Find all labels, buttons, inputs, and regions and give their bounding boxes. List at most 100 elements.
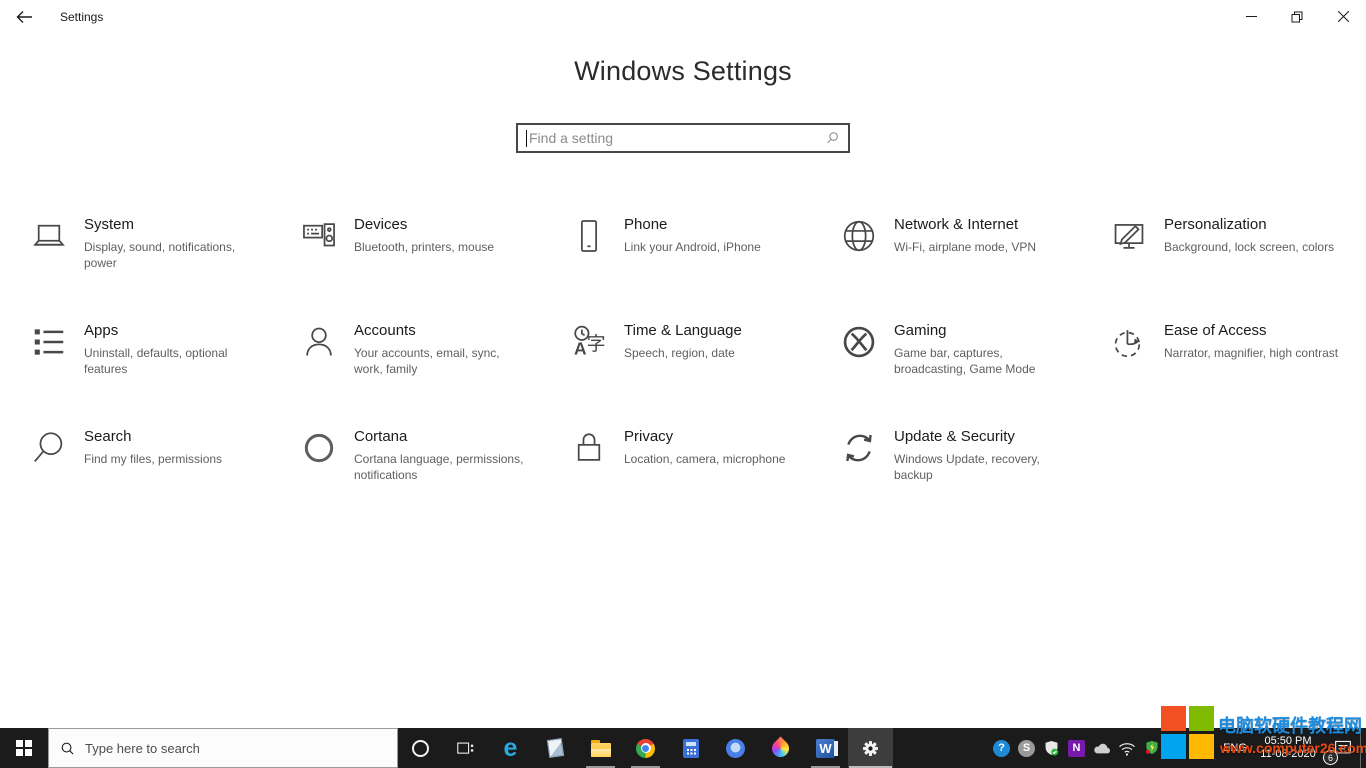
- tile-cortana[interactable]: Cortana Cortana language, permissions, n…: [294, 420, 564, 526]
- tile-privacy[interactable]: Privacy Location, camera, microphone: [564, 420, 834, 526]
- calculator-icon: [682, 738, 699, 758]
- close-button[interactable]: [1320, 0, 1366, 33]
- calculator-button[interactable]: [668, 728, 713, 768]
- find-a-setting-placeholder: Find a setting: [529, 130, 614, 146]
- tile-title: System: [84, 216, 135, 233]
- tray-watermark-gap: [1164, 728, 1220, 768]
- language-indicator[interactable]: ENG: [1220, 728, 1250, 768]
- tile-description: Find my files, permissions: [84, 452, 223, 466]
- cortana-tile-icon: [300, 429, 338, 467]
- task-view-button[interactable]: [443, 728, 488, 768]
- taskbar-search-input[interactable]: Type here to search: [48, 728, 398, 768]
- tile-text: Ease of Access Narrator, magnifier, high…: [1164, 322, 1338, 361]
- wifi-tray-button[interactable]: [1114, 728, 1139, 768]
- chromium-icon: [726, 738, 745, 758]
- back-arrow-icon: [16, 10, 32, 23]
- tile-phone[interactable]: Phone Link your Android, iPhone: [564, 208, 834, 314]
- system-icon: [30, 217, 68, 255]
- notification-badge: 6: [1323, 750, 1338, 765]
- internet-explorer-button[interactable]: e: [488, 728, 533, 768]
- antivirus-tray-button[interactable]: [1139, 728, 1164, 768]
- tile-title: Privacy: [624, 428, 674, 445]
- restore-button[interactable]: [1274, 0, 1320, 33]
- tile-text: Phone Link your Android, iPhone: [624, 216, 761, 255]
- defender-shield-icon: [1045, 740, 1059, 756]
- tile-description: Location, camera, microphone: [624, 452, 786, 466]
- cortana-icon: [412, 739, 429, 757]
- tile-system[interactable]: System Display, sound, notifications, po…: [24, 208, 294, 314]
- tile-update-security[interactable]: Update & Security Windows Update, recove…: [834, 420, 1104, 526]
- onenote-tray-button[interactable]: N: [1064, 728, 1089, 768]
- tile-description: Narrator, magnifier, high contrast: [1164, 346, 1339, 360]
- tile-ease-of-access[interactable]: Ease of Access Narrator, magnifier, high…: [1104, 314, 1366, 420]
- clock-date: 11-08-2020: [1260, 748, 1316, 760]
- tile-text: Search Find my files, permissions: [84, 428, 222, 467]
- phone-icon: [570, 217, 608, 255]
- time-language-icon: [570, 323, 608, 361]
- window-controls: [1228, 0, 1366, 33]
- tile-apps[interactable]: Apps Uninstall, defaults, optional featu…: [24, 314, 294, 420]
- chrome-button[interactable]: [623, 728, 668, 768]
- tile-title: Phone: [624, 216, 668, 233]
- tile-personalization[interactable]: Personalization Background, lock screen,…: [1104, 208, 1366, 314]
- action-center-button[interactable]: 6: [1323, 728, 1360, 768]
- tile-time-language[interactable]: Time & Language Speech, region, date: [564, 314, 834, 420]
- tile-title: Network & Internet: [894, 216, 1019, 233]
- chrome-icon: [636, 738, 655, 758]
- search-icon: [827, 132, 838, 144]
- minimize-icon: [1245, 16, 1257, 17]
- skype-tray-button[interactable]: S: [1014, 728, 1039, 768]
- system-tray: ? S N ENG 05:50 PM 11-08-2020 6: [989, 728, 1366, 768]
- word-button[interactable]: W: [803, 728, 848, 768]
- chromium-button[interactable]: [713, 728, 758, 768]
- tile-network[interactable]: Network & Internet Wi-Fi, airplane mode,…: [834, 208, 1104, 314]
- tile-text: Time & Language Speech, region, date: [624, 322, 742, 361]
- windows-logo-icon: [15, 739, 33, 757]
- tile-title: Apps: [84, 322, 119, 339]
- paint-drop-icon: [768, 735, 793, 761]
- skype-icon: S: [1018, 739, 1035, 757]
- tile-gaming[interactable]: Gaming Game bar, captures, broadcasting,…: [834, 314, 1104, 420]
- file-explorer-icon: [590, 739, 611, 757]
- tile-title: Devices: [354, 216, 408, 233]
- tile-accounts[interactable]: Accounts Your accounts, email, sync, wor…: [294, 314, 564, 420]
- page-title: Windows Settings: [574, 56, 792, 86]
- tile-text: Network & Internet Wi-Fi, airplane mode,…: [894, 216, 1036, 255]
- back-button[interactable]: [0, 0, 48, 33]
- settings-gear-icon: [861, 739, 880, 758]
- onenote-icon: N: [1068, 739, 1085, 757]
- tile-title: Update & Security: [894, 428, 1015, 445]
- notepad-icon: [546, 738, 565, 758]
- start-button[interactable]: [0, 728, 48, 768]
- tile-search[interactable]: Search Find my files, permissions: [24, 420, 294, 526]
- tile-description: Uninstall, defaults, optional features: [84, 346, 228, 376]
- minimize-button[interactable]: [1228, 0, 1274, 33]
- tile-text: Privacy Location, camera, microphone: [624, 428, 785, 467]
- help-tray-button[interactable]: ?: [989, 728, 1014, 768]
- task-view-icon: [457, 742, 474, 754]
- apps-icon: [30, 323, 68, 361]
- cortana-button[interactable]: [398, 728, 443, 768]
- notepad-button[interactable]: [533, 728, 578, 768]
- tile-text: System Display, sound, notifications, po…: [84, 216, 260, 271]
- restore-icon: [1291, 11, 1303, 22]
- desktop: Settings Windows Settings Find a setting: [0, 0, 1366, 768]
- paint-drop-app-button[interactable]: [758, 728, 803, 768]
- devices-icon: [300, 217, 338, 255]
- tile-description: Display, sound, notifications, power: [84, 240, 236, 270]
- tile-devices[interactable]: Devices Bluetooth, printers, mouse: [294, 208, 564, 314]
- clock[interactable]: 05:50 PM 11-08-2020: [1250, 728, 1326, 768]
- settings-app-button[interactable]: [848, 728, 893, 768]
- onedrive-cloud-icon: [1093, 743, 1110, 754]
- tile-title: Accounts: [354, 322, 416, 339]
- tile-text: Cortana Cortana language, permissions, n…: [354, 428, 530, 483]
- windows-security-tray-button[interactable]: [1039, 728, 1064, 768]
- onedrive-tray-button[interactable]: [1089, 728, 1114, 768]
- find-a-setting-input[interactable]: Find a setting: [516, 123, 850, 153]
- update-security-icon: [840, 429, 878, 467]
- close-icon: [1337, 11, 1349, 22]
- tile-text: Devices Bluetooth, printers, mouse: [354, 216, 494, 255]
- file-explorer-button[interactable]: [578, 728, 623, 768]
- show-desktop-button[interactable]: [1360, 728, 1366, 768]
- search-tile-icon: [30, 429, 68, 467]
